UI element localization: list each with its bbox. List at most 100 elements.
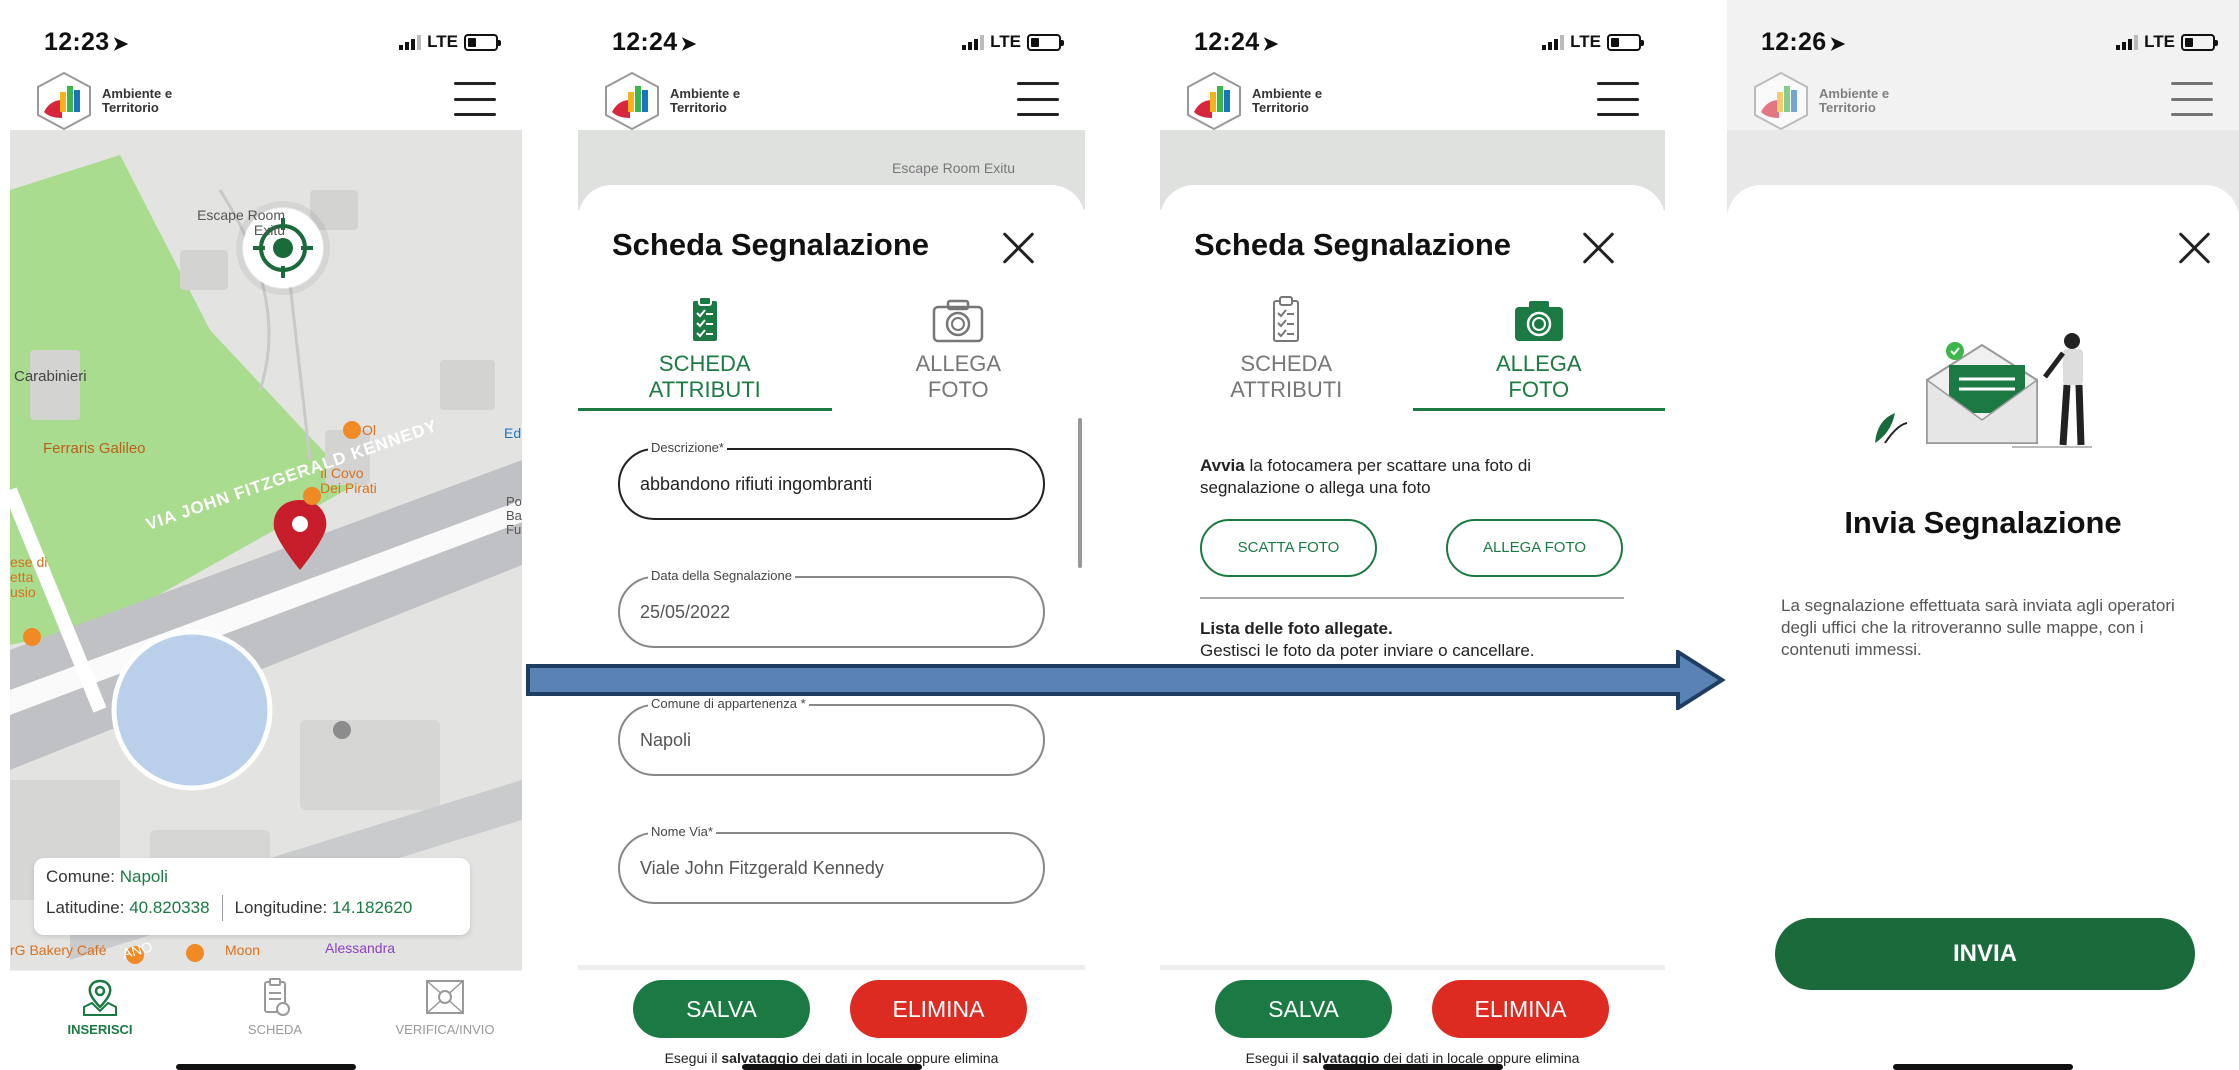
app-logo[interactable]: Ambiente e Territorio [1749,70,1909,132]
send-button[interactable]: INVIA [1775,918,2195,990]
nav-scheda[interactable]: SCHEDA [225,977,325,1037]
app-logo[interactable]: Ambiente e Territorio [600,70,760,132]
app-header: Ambiente e Territorio [1160,68,1665,132]
sheet-title: Scheda Segnalazione [612,227,929,262]
descrizione-field[interactable]: Descrizione* abbandono rifiuti ingombran… [618,440,1045,520]
menu-icon[interactable] [1597,82,1639,116]
save-button[interactable]: SALVA [633,980,810,1038]
nav-inserisci-label: INSERISCI [67,1022,133,1037]
map-label-po: Po Ba Fu [506,494,522,537]
map-label-bakery: rG Bakery Café [10,942,107,958]
map-canvas [10,130,522,975]
scrollbar[interactable] [1078,418,1082,568]
signal-icon [962,34,985,50]
photo-list-title: Lista delle foto allegate. [1200,619,1393,638]
map-label-alessandra: Alessandra [325,940,396,956]
send-screen: 12:26 ➤ LTE Ambiente e Territorio Invia … [1727,0,2239,1070]
tab-scheda-attributi[interactable]: SCHEDA ATTRIBUTI [1160,295,1413,405]
data-label: Data della Segnalazione [648,568,795,583]
clipboard-icon [1273,296,1300,342]
close-icon[interactable] [2177,230,2213,266]
comune-value: Napoli [640,730,692,750]
map-view[interactable]: Escape Room Exitu Ol Il Covo Dei Pirati … [10,130,522,975]
delete-button[interactable]: ELIMINA [850,980,1027,1038]
camera-icon [933,299,984,343]
tab-allega-foto[interactable]: ALLEGA FOTO [832,295,1086,405]
action-bar: SALVA ELIMINA Esegui il salvataggio dei … [1160,965,1665,1070]
app-logo[interactable]: Ambiente e Territorio [32,70,192,132]
clock: 12:23 [44,28,110,56]
bottom-nav: INSERISCI SCHEDA VERIFICA/INVIO [10,970,522,1070]
app-name: Ambiente e Territorio [1252,86,1323,115]
status-bar: 12:26 ➤ LTE [1727,28,2239,64]
delete-button[interactable]: ELIMINA [1432,980,1609,1038]
app-header: Ambiente e Territorio [10,68,522,132]
descrizione-value: abbandono rifiuti ingombranti [640,474,873,494]
camera-icon [1514,301,1563,341]
network-label: LTE [1570,32,1601,51]
nome-via-label: Nome Via* [648,824,716,839]
map-label-moon: Moon [225,942,261,958]
map-label-escape-room: Escape Room Exitu [197,207,285,238]
nav-inserisci[interactable]: INSERISCI [50,977,150,1037]
nome-via-field[interactable]: Nome Via* Viale John Fitzgerald Kennedy [618,824,1045,904]
envelope-illustration-icon [1875,333,2092,448]
home-indicator [741,1064,922,1070]
location-arrow-icon: ➤ [680,34,697,55]
send-sheet: Invia Segnalazione La segnalazione effet… [1727,185,2239,1070]
map-label-carabinieri: Carabinieri [14,368,87,385]
tab-scheda-label: SCHEDA ATTRIBUTI [1230,351,1343,402]
menu-icon[interactable] [2171,82,2213,116]
latitude-value: 40.820338 [129,898,210,917]
signal-icon [399,34,422,50]
save-button[interactable]: SALVA [1215,980,1392,1038]
location-arrow-icon: ➤ [1262,34,1279,55]
home-indicator [1893,1064,2073,1070]
clock: 12:24 [1194,28,1260,56]
tab-scheda-attributi[interactable]: SCHEDA ATTRIBUTI [578,295,832,411]
map-screen: 12:23 ➤ LTE Ambiente e Territorio Escape… [10,0,522,1070]
latitude-label: Latitudine: [46,898,125,917]
home-indicator [1322,1064,1503,1070]
clock: 12:26 [1761,28,1827,56]
tab-foto-label: ALLEGA FOTO [915,351,1002,402]
app-name: Ambiente e Territorio [1819,86,1890,115]
location-arrow-icon: ➤ [112,34,129,55]
signal-icon [1542,34,1565,50]
app-logo[interactable]: Ambiente e Territorio [1182,70,1342,132]
status-bar: 12:24 ➤ LTE [1160,28,1665,64]
battery-icon [1027,33,1064,51]
app-header: Ambiente e Territorio [578,68,1085,132]
scatta-foto-button[interactable]: SCATTA FOTO [1200,519,1377,577]
nav-verifica[interactable]: VERIFICA/INVIO [380,977,510,1037]
network-label: LTE [427,32,458,51]
menu-icon[interactable] [454,82,496,116]
map-verify-nav-icon [426,980,464,1014]
nome-via-value: Viale John Fitzgerald Kennedy [640,858,884,878]
descrizione-label: Descrizione* [648,440,727,455]
divider [1200,597,1624,599]
home-indicator [176,1064,356,1070]
hexagon-logo-icon [37,71,91,131]
sheet-title: Scheda Segnalazione [1194,227,1511,262]
longitude-label: Longitudine: [234,898,328,917]
allega-foto-button[interactable]: ALLEGA FOTO [1446,519,1623,577]
tab-scheda-label: SCHEDA ATTRIBUTI [648,351,761,402]
tab-foto-label: ALLEGA FOTO [1495,351,1582,402]
data-segnalazione-field[interactable]: Data della Segnalazione 25/05/2022 [618,568,1045,648]
hexagon-logo-icon [1187,71,1241,131]
comune-value: Napoli [119,867,168,886]
report-sheet: Scheda Segnalazione SCHEDA ATTRIBUTI ALL… [1160,185,1665,965]
status-bar: 12:23 ➤ LTE [10,28,522,64]
sheet-tabs: SCHEDA ATTRIBUTI ALLEGA FOTO [578,295,1086,411]
comune-field[interactable]: Comune di appartenenza * Napoli [618,696,1045,776]
map-label-ese: ese di etta usio [10,554,48,600]
comune-label: Comune: [46,867,115,886]
menu-icon[interactable] [1017,82,1059,116]
tab-allega-foto[interactable]: ALLEGA FOTO [1412,295,1666,411]
close-icon[interactable] [1581,230,1617,266]
close-icon[interactable] [1001,230,1037,266]
network-label: LTE [990,32,1021,51]
clipboard-icon [692,296,717,341]
hexagon-logo-icon [1754,71,1808,131]
